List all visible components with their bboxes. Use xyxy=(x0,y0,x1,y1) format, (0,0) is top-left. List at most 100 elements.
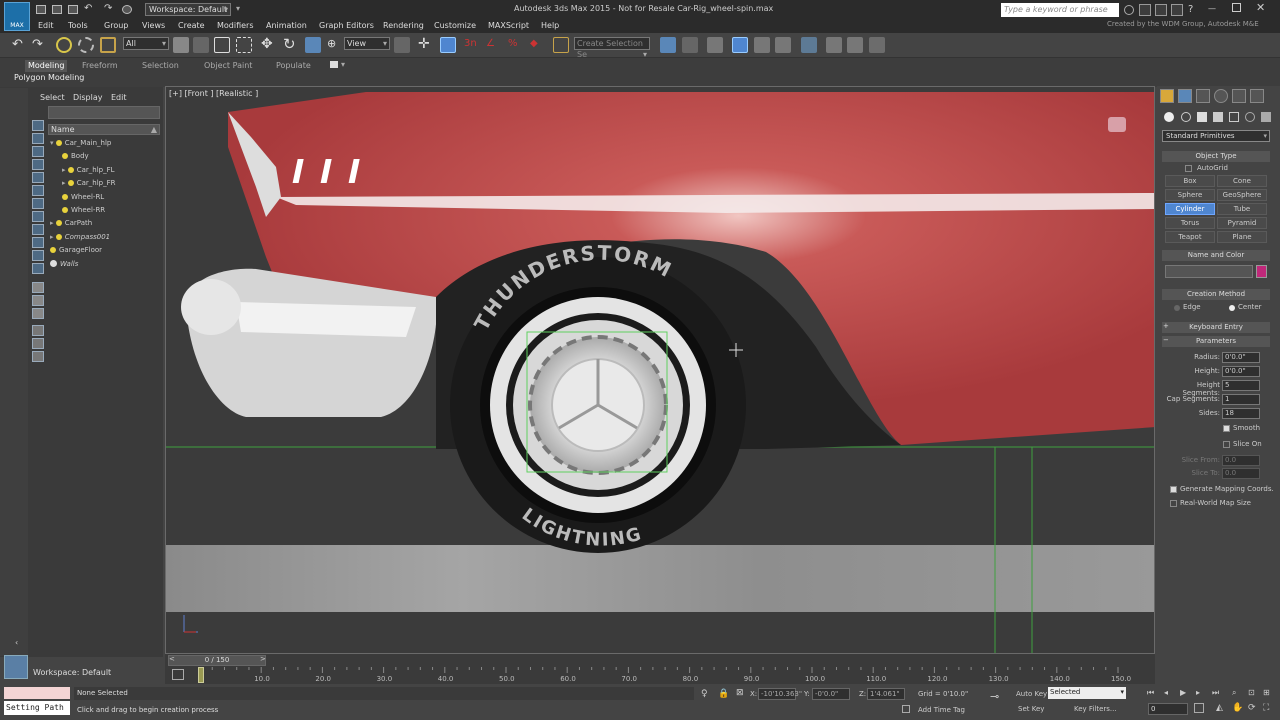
render-setup-icon[interactable] xyxy=(847,37,863,53)
display-helpers-icon[interactable] xyxy=(32,172,44,183)
expand-arrow-icon[interactable]: ▸ xyxy=(62,179,68,187)
display-shapes-icon[interactable] xyxy=(32,133,44,144)
app-menu-button[interactable]: MAX xyxy=(4,2,30,31)
torus-button[interactable]: Torus xyxy=(1165,217,1215,229)
current-frame-field[interactable]: 0 xyxy=(1148,703,1188,715)
expand-arrow-icon[interactable]: ▸ xyxy=(50,219,56,227)
redo-icon[interactable]: ↷ xyxy=(104,3,112,14)
named-selection-set-select[interactable]: Create Selection Se ▾ xyxy=(574,37,650,59)
undo-button[interactable]: ↶ xyxy=(12,37,23,52)
percent-snap-icon[interactable]: % xyxy=(508,38,518,49)
light-bulb-icon[interactable] xyxy=(55,140,62,146)
plane-button[interactable]: Plane xyxy=(1217,231,1267,243)
rollout-creation-method[interactable]: Creation Method xyxy=(1162,289,1270,300)
quick-access-dropdown-icon[interactable]: ▾ xyxy=(236,4,240,13)
explorer-item[interactable]: Wheel-RR xyxy=(62,204,105,217)
tube-button[interactable]: Tube xyxy=(1217,203,1267,215)
explorer-item[interactable]: Body xyxy=(62,150,89,163)
display-geometry-icon[interactable] xyxy=(32,120,44,131)
explorer-item[interactable]: Wheel-RL xyxy=(62,191,104,204)
select-by-name-icon[interactable] xyxy=(193,37,209,53)
display-xrefs-icon[interactable] xyxy=(32,211,44,222)
subscription-icon[interactable] xyxy=(1139,4,1151,16)
new-file-icon[interactable] xyxy=(36,5,46,14)
maximize-viewport-icon[interactable]: ⛶ xyxy=(1263,703,1269,713)
slice-from-spinner[interactable]: 0.0 xyxy=(1222,455,1260,466)
light-bulb-icon[interactable] xyxy=(50,247,56,254)
auto-key-button[interactable]: Auto Key xyxy=(1016,690,1047,698)
render-production-icon[interactable] xyxy=(869,37,885,53)
modify-tab-icon[interactable] xyxy=(1178,89,1192,103)
place-icon[interactable]: ⊕ xyxy=(327,37,336,50)
menu-modifiers[interactable]: Modifiers xyxy=(217,19,254,32)
selection-filter-select[interactable]: All ▾ xyxy=(123,37,169,50)
explorer-item[interactable]: GarageFloor xyxy=(50,244,102,257)
pan-icon[interactable]: ✋ xyxy=(1232,703,1243,713)
ribbon-options-icon[interactable] xyxy=(330,61,338,68)
set-key-button[interactable]: Set Key xyxy=(1018,705,1044,713)
selection-lock-icon[interactable]: 🔒 xyxy=(718,689,729,699)
redo-button[interactable]: ↷ xyxy=(32,37,43,52)
toggle-scene-explorer-icon[interactable] xyxy=(732,37,748,53)
light-bulb-icon[interactable] xyxy=(62,207,68,213)
time-slider-prev-icon[interactable]: < xyxy=(169,655,175,663)
find-icon[interactable] xyxy=(32,338,44,349)
object-name-field[interactable] xyxy=(1165,265,1253,278)
menu-animation[interactable]: Animation xyxy=(266,19,307,32)
pivot-center-icon[interactable] xyxy=(394,37,410,53)
param-spinner[interactable]: 0'0.0" xyxy=(1222,352,1260,363)
go-to-start-icon[interactable]: ⏮ xyxy=(1147,688,1154,698)
light-bulb-icon[interactable] xyxy=(55,220,62,227)
utilities-tab-icon[interactable] xyxy=(1250,89,1264,103)
keyboard-shortcut-override-icon[interactable] xyxy=(440,37,456,53)
next-frame-icon[interactable]: ▸ xyxy=(1196,688,1200,697)
key-mode-select[interactable]: Selected ▾ xyxy=(1048,687,1126,699)
expand-arrow-icon[interactable]: ▸ xyxy=(50,233,56,241)
menu-maxscript[interactable]: MAXScript xyxy=(488,19,529,32)
previous-frame-icon[interactable]: ◂ xyxy=(1164,688,1168,697)
communication-icon[interactable] xyxy=(1155,4,1167,16)
shapes-category-icon[interactable] xyxy=(1181,112,1191,122)
add-time-tag-button[interactable]: Add Time Tag xyxy=(918,706,965,714)
light-bulb-icon[interactable] xyxy=(55,233,62,240)
mini-curve-editor-icon[interactable] xyxy=(172,669,184,680)
display-all-icon[interactable] xyxy=(32,282,44,293)
field-of-view-icon[interactable]: ◭ xyxy=(1216,703,1223,713)
display-lights-icon[interactable] xyxy=(32,146,44,157)
viewport-label[interactable]: [+] [Front ] [Realistic ] xyxy=(169,89,258,98)
select-manipulate-icon[interactable]: ✛ xyxy=(418,36,430,52)
light-bulb-icon[interactable] xyxy=(62,153,68,160)
sphere-button[interactable]: Sphere xyxy=(1165,189,1215,201)
align-icon[interactable] xyxy=(682,37,698,53)
open-file-icon[interactable] xyxy=(52,5,62,14)
isolate-selection-icon[interactable]: ♀ xyxy=(701,689,708,699)
curve-editor-icon[interactable] xyxy=(775,37,791,53)
time-cursor[interactable] xyxy=(198,667,204,683)
expand-arrow-icon[interactable]: ▸ xyxy=(62,166,68,174)
display-frozen-icon[interactable] xyxy=(32,250,44,261)
viewport-layout-icon[interactable] xyxy=(4,655,28,679)
slice-to-spinner[interactable]: 0.0 xyxy=(1222,468,1260,479)
param-spinner[interactable]: 1 xyxy=(1222,394,1260,405)
close-icon[interactable]: ✕ xyxy=(1256,1,1265,14)
systems-category-icon[interactable] xyxy=(1261,112,1271,122)
unlink-icon[interactable] xyxy=(78,37,94,53)
explorer-item[interactable]: ▸ CarPath xyxy=(50,217,92,230)
display-groups-icon[interactable] xyxy=(32,198,44,209)
explorer-menu-select[interactable]: Select xyxy=(40,93,65,102)
cone-button[interactable]: Cone xyxy=(1217,175,1267,187)
object-color-swatch[interactable] xyxy=(1256,265,1267,278)
menu-views[interactable]: Views xyxy=(142,19,165,32)
absolute-mode-icon[interactable]: ⊠ xyxy=(736,688,744,698)
undo-icon[interactable]: ↶ xyxy=(84,3,92,14)
rectangular-selection-icon[interactable] xyxy=(214,37,230,53)
key-mode-icon[interactable]: ⊸ xyxy=(990,690,999,703)
display-tab-icon[interactable] xyxy=(1232,89,1246,103)
explorer-menu-edit[interactable]: Edit xyxy=(111,93,127,102)
x-coord-field[interactable]: -10'10.363" xyxy=(758,688,802,700)
rollout-name-and-color[interactable]: Name and Color xyxy=(1162,250,1270,261)
time-config-icon[interactable] xyxy=(1194,703,1204,713)
z-coord-field[interactable]: 1'4.061" xyxy=(867,688,905,700)
layer-explorer-icon[interactable] xyxy=(707,37,723,53)
explorer-item[interactable]: ▸ Car_hlp_FR xyxy=(62,177,116,190)
